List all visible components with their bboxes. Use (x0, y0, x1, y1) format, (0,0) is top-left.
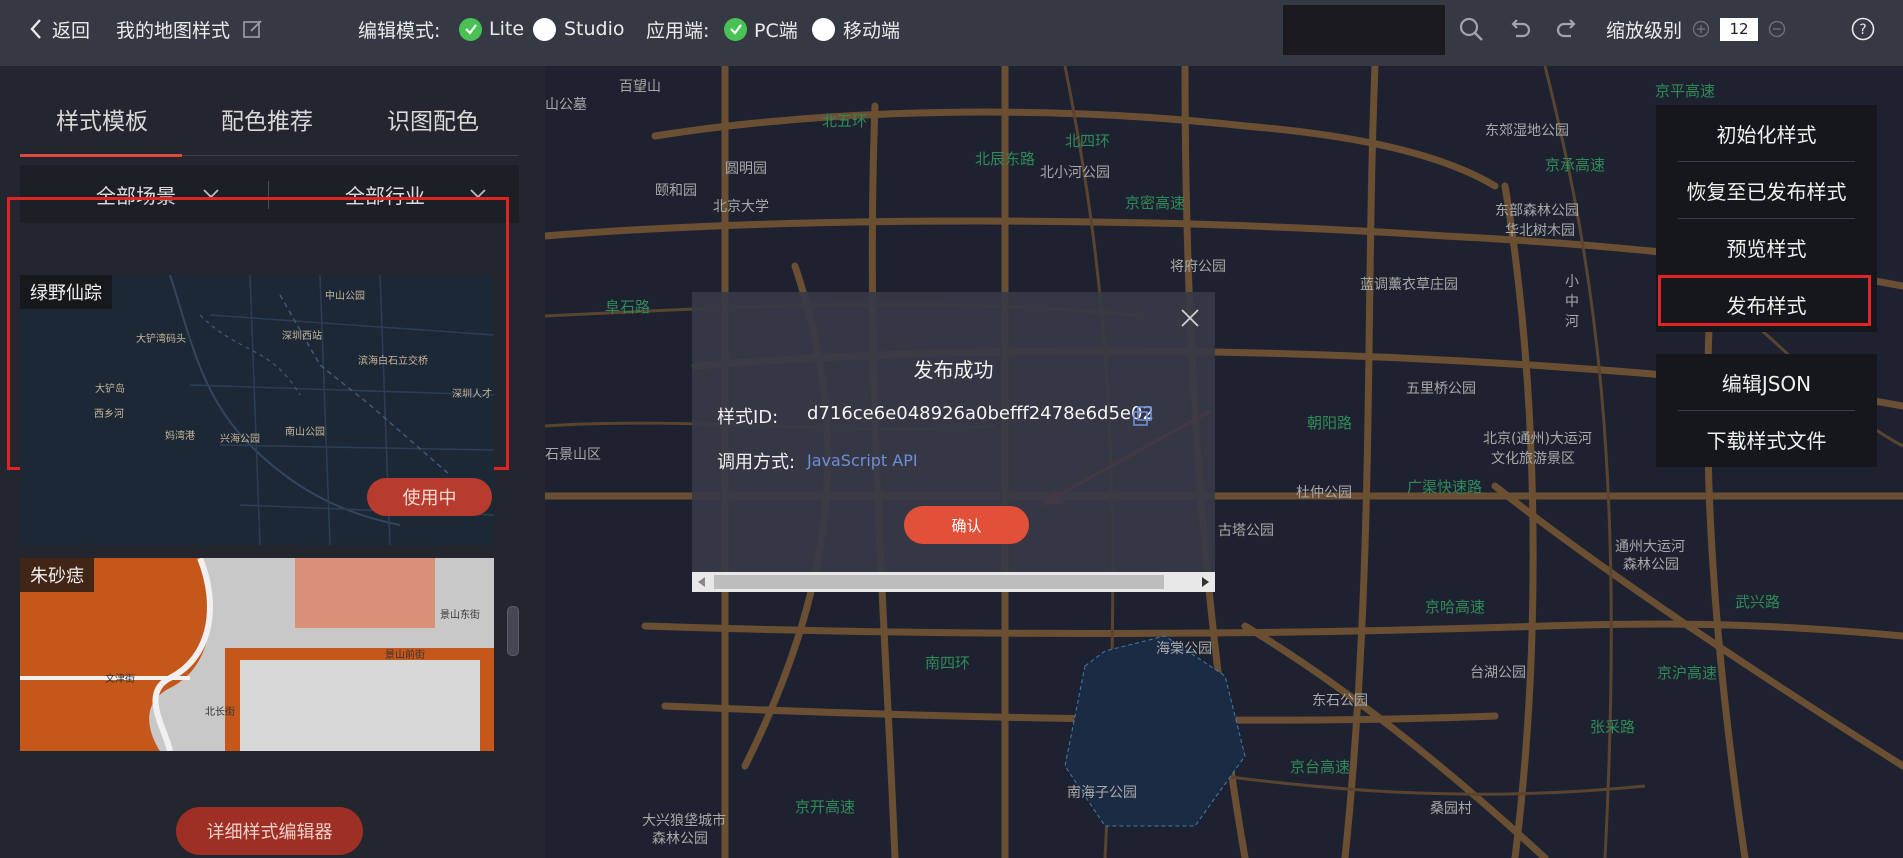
help-icon: ? (1851, 17, 1875, 41)
map-place-label: 深圳西站 (282, 331, 322, 342)
call-method-label: 调用方式: (717, 452, 796, 473)
publish-success-dialog: 发布成功 样式ID: d716ce6e048926a0befff2478e6d5… (692, 292, 1215, 592)
zoom-out-icon[interactable] (1768, 20, 1786, 38)
map-style-name[interactable]: 我的地图样式 (116, 0, 264, 58)
preview-style-button[interactable]: 预览样式 (1656, 219, 1877, 275)
scroll-left-icon[interactable] (698, 577, 706, 587)
svg-text:?: ? (1859, 22, 1866, 38)
chevron-left-icon (28, 17, 44, 41)
detail-style-editor-button[interactable]: 详细样式编辑器 (176, 807, 363, 855)
redo-button[interactable] (1554, 0, 1580, 58)
map-place-label: 大铲岛 (95, 384, 125, 395)
copy-icon (1132, 405, 1154, 427)
undo-button[interactable] (1507, 0, 1533, 58)
mode-studio-label: Studio (564, 18, 625, 40)
close-icon (1178, 306, 1202, 330)
top-toolbar: 返回 我的地图样式 编辑模式: Lite Studio 应用端: PC端 移动端 (0, 0, 1903, 66)
check-icon (459, 17, 482, 41)
zoom-in-icon[interactable] (1692, 20, 1710, 38)
scrollbar-thumb[interactable] (714, 575, 1164, 589)
map-place-label: 南山公园 (285, 427, 325, 438)
radio-empty-icon (812, 17, 835, 41)
edit-json-button[interactable]: 编辑JSON (1656, 354, 1877, 410)
search-input[interactable] (1283, 5, 1445, 55)
search-icon (1458, 16, 1484, 42)
template-list-scrollbar[interactable] (507, 606, 519, 656)
back-button[interactable]: 返回 (28, 0, 90, 58)
mode-lite-radio[interactable]: Lite (459, 0, 524, 58)
style-id-value: d716ce6e048926a0befff2478e6d5e02 (807, 403, 1154, 424)
app-pc-radio[interactable]: PC端 (724, 0, 798, 58)
radio-empty-icon (533, 17, 556, 41)
map-place-label: 文津街 (105, 674, 135, 685)
template-name: 绿野仙踪 (20, 275, 112, 309)
map-place-label: 大铲湾码头 (136, 334, 186, 345)
download-style-button[interactable]: 下载样式文件 (1656, 411, 1877, 467)
app-mobile-radio[interactable]: 移动端 (812, 0, 900, 58)
init-style-button[interactable]: 初始化样式 (1656, 105, 1877, 161)
in-use-button[interactable]: 使用中 (367, 478, 492, 516)
back-label: 返回 (52, 19, 91, 42)
restore-published-button[interactable]: 恢复至已发布样式 (1656, 162, 1877, 218)
mode-studio-radio[interactable]: Studio (533, 0, 625, 58)
app-label: 应用端: (646, 19, 710, 42)
dialog-horizontal-scrollbar[interactable] (692, 572, 1215, 592)
zoom-control: 缩放级别 12 (1606, 0, 1786, 58)
undo-icon (1507, 16, 1533, 42)
redo-icon (1554, 16, 1580, 42)
map-place-label: 景山东街 (440, 610, 480, 621)
app-mobile-label: 移动端 (843, 19, 901, 42)
javascript-api-link[interactable]: JavaScript API (807, 451, 918, 470)
active-tab-indicator (20, 154, 182, 157)
copy-button[interactable] (1132, 405, 1154, 427)
scroll-right-icon[interactable] (1201, 577, 1209, 587)
close-button[interactable] (1178, 306, 1202, 330)
check-icon (724, 17, 747, 41)
map-place-label: 滨海白石立交桥 (358, 356, 428, 367)
map-place-label: 西乡河 (94, 409, 124, 420)
edit-mode-label: 编辑模式: (358, 19, 441, 42)
map-style-name-text: 我的地图样式 (116, 19, 231, 42)
json-actions-menu: 编辑JSON 下载样式文件 (1656, 354, 1877, 467)
map-place-label: 妈湾港 (165, 431, 195, 442)
template-card-cinnabar[interactable]: 朱砂痣 文津街 北长街 景山东街 景山前街 (20, 558, 494, 751)
mode-lite-label: Lite (489, 18, 525, 40)
map-place-label: 北长街 (205, 707, 235, 718)
app-pc-label: PC端 (754, 19, 798, 42)
search-button[interactable] (1458, 0, 1484, 58)
map-place-label: 兴海公园 (220, 434, 260, 445)
zoom-label: 缩放级别 (1606, 19, 1683, 42)
style-id-label: 样式ID: (717, 407, 779, 428)
tab-image-color[interactable]: 识图配色 (387, 102, 479, 136)
map-place-label: 景山前街 (385, 650, 425, 661)
help-button[interactable]: ? (1851, 0, 1875, 58)
map-place-label: 中山公园 (325, 291, 365, 302)
map-place-label: 深圳人才 (452, 389, 492, 400)
publish-highlight (1658, 275, 1871, 326)
dialog-title: 发布成功 (913, 358, 994, 382)
tab-color-recommend[interactable]: 配色推荐 (221, 102, 313, 136)
template-name: 朱砂痣 (20, 558, 94, 592)
tab-style-templates[interactable]: 样式模板 (56, 102, 148, 136)
confirm-button[interactable]: 确认 (904, 506, 1029, 544)
zoom-level-field[interactable]: 12 (1720, 17, 1759, 41)
edit-icon[interactable] (242, 18, 264, 40)
